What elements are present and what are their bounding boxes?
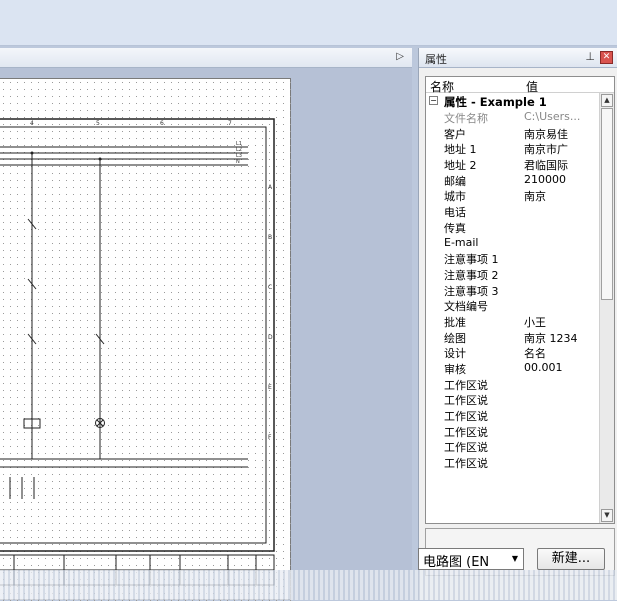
property-key: 工作区说 [444, 425, 488, 439]
scroll-up-icon[interactable]: ▲ [601, 94, 613, 107]
property-key: 工作区说 [444, 457, 488, 471]
taskbar-area [0, 570, 617, 600]
property-key: 注意事项 3 [444, 284, 499, 298]
property-key: 绘图 [444, 331, 466, 345]
property-value[interactable]: 名名 [524, 345, 602, 361]
svg-text:5: 5 [96, 120, 100, 127]
property-key: 注意事项 1 [444, 253, 499, 267]
property-grid-header: 名称 值 [426, 77, 614, 94]
property-row[interactable]: 工作区说 [426, 407, 614, 423]
property-grid-scrollbar[interactable]: ▲ ▼ [599, 93, 614, 523]
properties-title-bar: 属性 ⊥ ✕ [419, 48, 617, 68]
property-value[interactable]: 南京 1234 [524, 330, 602, 346]
property-key: 工作区说 [444, 410, 488, 424]
property-row[interactable]: 工作区说 [426, 376, 614, 392]
svg-text:7: 7 [228, 120, 232, 127]
new-button[interactable]: 新建... [537, 548, 605, 570]
property-key: 设计 [444, 347, 466, 361]
property-value[interactable]: C:\Users... [524, 110, 602, 123]
drawing-workspace[interactable]: 4567 ABCDEF L1 L2 L3 N [0, 68, 412, 601]
document-tab-bar: ▷ [0, 48, 412, 68]
property-row[interactable]: E-mail [426, 235, 614, 251]
schematic-drawing: 4567 ABCDEF L1L2L3N [0, 79, 291, 601]
property-row[interactable]: 设计 名名 [426, 344, 614, 360]
property-key: E-mail [444, 235, 479, 249]
tab-scroll-right-icon[interactable]: ▷ [396, 51, 404, 62]
property-grid[interactable]: 名称 值 − 属性 - Example 1 文件名称 C:\Users... 客户南… [425, 76, 615, 524]
svg-text:F: F [268, 434, 272, 441]
svg-text:B: B [268, 234, 272, 241]
scrollbar-thumb[interactable] [601, 108, 613, 300]
property-value[interactable]: 南京市广 [524, 141, 602, 157]
property-row[interactable]: 文档编号 [426, 297, 614, 313]
property-row[interactable]: 城市 南京 [426, 187, 614, 203]
property-key: 邮编 [444, 174, 466, 188]
property-row[interactable]: 传真 [426, 219, 614, 235]
property-row[interactable]: 绘图 南京 1234 [426, 329, 614, 345]
close-icon[interactable]: ✕ [600, 51, 613, 64]
property-key: 电话 [444, 206, 466, 220]
property-key: 文件名称 [444, 112, 488, 125]
property-key: 批准 [444, 315, 466, 329]
property-row[interactable]: 电话 [426, 203, 614, 219]
svg-text:C: C [268, 284, 272, 291]
property-key: 地址 1 [444, 143, 477, 157]
property-value[interactable]: 小王 [524, 314, 602, 330]
svg-text:E: E [268, 384, 272, 391]
property-row[interactable]: 客户 南京易佳 [426, 125, 614, 141]
property-row[interactable]: 注意事项 3 [426, 282, 614, 298]
property-key: 客户 [444, 127, 466, 141]
collapse-icon[interactable]: − [429, 96, 438, 105]
property-key: 工作区说 [444, 394, 488, 408]
property-key: 地址 2 [444, 159, 477, 173]
property-row[interactable]: 工作区说 [426, 423, 614, 439]
pin-icon[interactable]: ⊥ [585, 50, 595, 63]
property-key: 审核 [444, 363, 466, 376]
property-row[interactable]: 工作区说 [426, 454, 614, 470]
property-value[interactable]: 君临国际 [524, 157, 602, 173]
property-row[interactable]: 地址 1 南京市广 [426, 140, 614, 156]
property-row[interactable]: 注意事项 2 [426, 266, 614, 282]
svg-text:4: 4 [30, 120, 34, 127]
scroll-down-icon[interactable]: ▼ [601, 509, 613, 522]
svg-text:6: 6 [160, 120, 164, 127]
property-row[interactable]: 文件名称 C:\Users... [426, 109, 614, 125]
svg-text:N: N [236, 159, 240, 165]
property-group[interactable]: − 属性 - Example 1 [426, 93, 614, 109]
property-key: 工作区说 [444, 378, 488, 392]
property-row[interactable]: 地址 2 君临国际 [426, 156, 614, 172]
svg-text:D: D [268, 334, 273, 341]
property-row[interactable]: 注意事项 1 [426, 250, 614, 266]
property-row[interactable]: 批准 小王 [426, 313, 614, 329]
property-key: 工作区说 [444, 441, 488, 455]
properties-panel: 属性 ⊥ ✕ 名称 值 − 属性 - Example 1 文件名称 C:\User… [418, 48, 617, 600]
property-key: 文档编号 [444, 300, 488, 314]
property-key: 传真 [444, 221, 466, 235]
property-row[interactable]: 邮编 210000 [426, 172, 614, 188]
properties-title: 属性 [425, 53, 447, 66]
property-value[interactable]: 00.001 [524, 361, 602, 374]
property-key: 注意事项 2 [444, 268, 499, 282]
property-row[interactable]: 审核 00.001 [426, 360, 614, 376]
diagram-type-value: 电路图 (EN [423, 555, 490, 570]
property-value[interactable]: 南京 [524, 188, 602, 204]
property-row[interactable]: 工作区说 [426, 391, 614, 407]
property-row[interactable]: 工作区说 [426, 438, 614, 454]
chevron-down-icon[interactable]: ▼ [508, 550, 522, 568]
property-value[interactable]: 南京易佳 [524, 126, 602, 142]
ribbon-area [0, 0, 617, 46]
property-group-label: 属性 - Example 1 [444, 95, 547, 109]
property-value[interactable]: 210000 [524, 173, 602, 186]
diagram-type-select[interactable]: 电路图 (EN ▼ [418, 548, 524, 570]
property-key: 城市 [444, 190, 466, 204]
drawing-sheet[interactable]: 4567 ABCDEF L1 L2 L3 N [0, 78, 291, 601]
